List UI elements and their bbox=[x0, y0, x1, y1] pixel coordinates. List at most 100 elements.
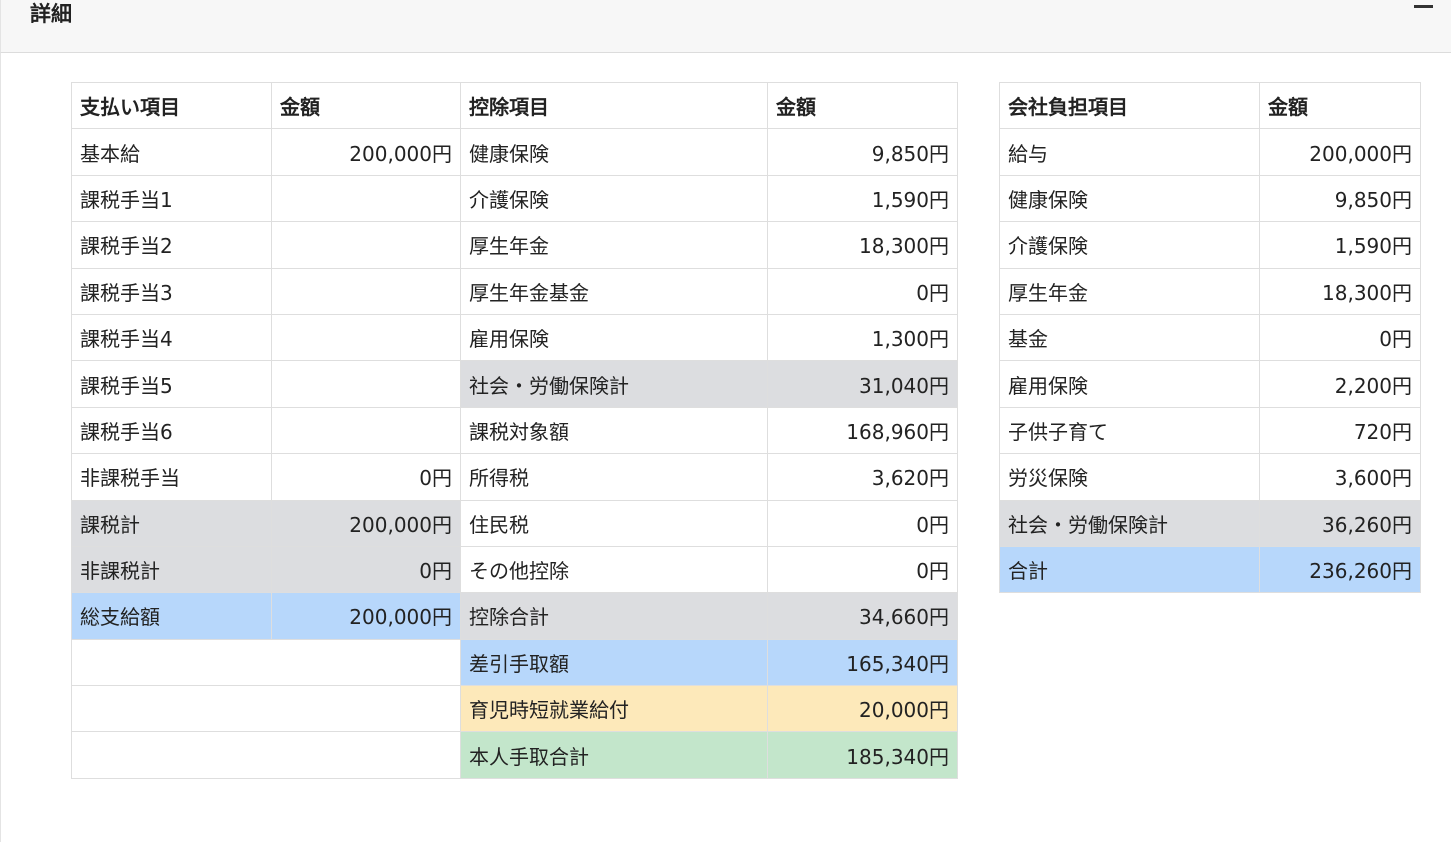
nontaxable-total-label: 非課税計 bbox=[71, 545, 272, 594]
net-pay-label: 差引手取額 bbox=[460, 638, 768, 687]
company-item-label: 介護保険 bbox=[999, 221, 1260, 269]
table-row: 総支給額 200,000円 控除合計 34,660円 bbox=[71, 592, 958, 640]
company-insurance-subtotal-label: 社会・労働保険計 bbox=[999, 499, 1260, 547]
payment-label: 課税手当2 bbox=[71, 221, 272, 269]
company-item-amount: 9,850円 bbox=[1259, 174, 1421, 223]
deduction-label: 厚生年金基金 bbox=[460, 267, 768, 315]
company-item-label: 厚生年金 bbox=[999, 267, 1260, 315]
deduction-amount: 0円 bbox=[767, 499, 958, 547]
table-row: 介護保険 1,590円 bbox=[999, 221, 1421, 269]
minus-icon bbox=[1414, 5, 1433, 8]
company-item-label: 健康保険 bbox=[999, 174, 1260, 223]
payment-amount bbox=[271, 406, 461, 455]
deduction-total-amount: 34,660円 bbox=[767, 592, 958, 640]
company-item-amount: 200,000円 bbox=[1259, 128, 1421, 176]
table-row: 合計 236,260円 bbox=[999, 545, 1421, 594]
company-item-amount: 720円 bbox=[1259, 406, 1421, 455]
payment-amount bbox=[271, 313, 461, 362]
deduction-label: 課税対象額 bbox=[460, 406, 768, 455]
table-row: 厚生年金 18,300円 bbox=[999, 267, 1421, 315]
table-header-row: 会社負担項目 金額 bbox=[999, 81, 1421, 130]
deduction-amount: 3,620円 bbox=[767, 453, 958, 501]
gross-pay-amount: 200,000円 bbox=[271, 592, 461, 640]
company-item-amount: 18,300円 bbox=[1259, 267, 1421, 315]
deduction-label: 雇用保険 bbox=[460, 313, 768, 362]
payment-label: 課税手当4 bbox=[71, 313, 272, 362]
childcare-benefit-amount: 20,000円 bbox=[767, 685, 958, 733]
deduction-label: 健康保険 bbox=[460, 128, 768, 176]
payment-label: 課税手当6 bbox=[71, 406, 272, 455]
company-item-amount: 1,590円 bbox=[1259, 221, 1421, 269]
company-item-label: 労災保険 bbox=[999, 453, 1260, 501]
company-item-label: 基金 bbox=[999, 313, 1260, 362]
gross-pay-label: 総支給額 bbox=[71, 592, 272, 640]
table-row: 課税手当1 介護保険 1,590円 bbox=[71, 174, 958, 223]
table-row: 基本給 200,000円 健康保険 9,850円 bbox=[71, 128, 958, 176]
social-insurance-subtotal-label: 社会・労働保険計 bbox=[460, 360, 768, 408]
payment-label: 非課税手当 bbox=[71, 453, 272, 501]
deduction-label: 厚生年金 bbox=[460, 221, 768, 269]
table-row: 課税計 200,000円 住民税 0円 bbox=[71, 499, 958, 547]
empty-cell bbox=[71, 685, 461, 733]
company-item-label: 給与 bbox=[999, 128, 1260, 176]
company-total-label: 合計 bbox=[999, 545, 1260, 594]
company-total-amount: 236,260円 bbox=[1259, 545, 1421, 594]
header-payment-item: 支払い項目 bbox=[71, 81, 272, 130]
header-company-amount: 金額 bbox=[1259, 81, 1421, 130]
table-row: 雇用保険 2,200円 bbox=[999, 360, 1421, 408]
deduction-label: 住民税 bbox=[460, 499, 768, 547]
table-row: 非課税計 0円 その他控除 0円 bbox=[71, 545, 958, 594]
taxable-total-label: 課税計 bbox=[71, 499, 272, 547]
table-row: 給与 200,000円 bbox=[999, 128, 1421, 176]
company-item-label: 子供子育て bbox=[999, 406, 1260, 455]
empty-cell bbox=[71, 638, 461, 687]
payment-deduction-table: 支払い項目 金額 控除項目 金額 基本給 200,000円 健康保険 9,850… bbox=[71, 81, 958, 779]
nontaxable-total-amount: 0円 bbox=[271, 545, 461, 594]
deduction-amount: 1,300円 bbox=[767, 313, 958, 362]
table-row: 基金 0円 bbox=[999, 313, 1421, 362]
payment-label: 課税手当1 bbox=[71, 174, 272, 223]
table-row: 子供子育て 720円 bbox=[999, 406, 1421, 455]
company-item-label: 雇用保険 bbox=[999, 360, 1260, 408]
payment-label: 課税手当3 bbox=[71, 267, 272, 315]
header-payment-amount: 金額 bbox=[271, 81, 461, 130]
table-row: 課税手当6 課税対象額 168,960円 bbox=[71, 406, 958, 455]
deduction-label: 所得税 bbox=[460, 453, 768, 501]
payment-amount: 0円 bbox=[271, 453, 461, 501]
table-row: 社会・労働保険計 36,260円 bbox=[999, 499, 1421, 547]
table-row: 労災保険 3,600円 bbox=[999, 453, 1421, 501]
company-item-amount: 3,600円 bbox=[1259, 453, 1421, 501]
deduction-amount: 168,960円 bbox=[767, 406, 958, 455]
payment-label: 課税手当5 bbox=[71, 360, 272, 408]
table-row: 課税手当2 厚生年金 18,300円 bbox=[71, 221, 958, 269]
deduction-label: その他控除 bbox=[460, 545, 768, 594]
take-home-total-amount: 185,340円 bbox=[767, 731, 958, 779]
deduction-label: 介護保険 bbox=[460, 174, 768, 223]
company-item-amount: 2,200円 bbox=[1259, 360, 1421, 408]
payment-amount bbox=[271, 174, 461, 223]
deduction-total-label: 控除合計 bbox=[460, 592, 768, 640]
panel-header: 詳細 bbox=[0, 0, 1451, 53]
deduction-amount: 1,590円 bbox=[767, 174, 958, 223]
payment-amount bbox=[271, 267, 461, 315]
deduction-amount: 0円 bbox=[767, 545, 958, 594]
table-row: 差引手取額 165,340円 bbox=[71, 638, 958, 687]
header-deduction-item: 控除項目 bbox=[460, 81, 768, 130]
payment-amount bbox=[271, 221, 461, 269]
payment-label: 基本給 bbox=[71, 128, 272, 176]
table-row: 課税手当5 社会・労働保険計 31,040円 bbox=[71, 360, 958, 408]
header-company-item: 会社負担項目 bbox=[999, 81, 1260, 130]
header-deduction-amount: 金額 bbox=[767, 81, 958, 130]
company-burden-table: 会社負担項目 金額 給与 200,000円 健康保険 9,850円 介護保険 1… bbox=[999, 81, 1421, 594]
empty-cell bbox=[71, 731, 461, 779]
company-insurance-subtotal-amount: 36,260円 bbox=[1259, 499, 1421, 547]
table-row: 課税手当3 厚生年金基金 0円 bbox=[71, 267, 958, 315]
take-home-total-label: 本人手取合計 bbox=[460, 731, 768, 779]
deduction-amount: 0円 bbox=[767, 267, 958, 315]
table-row: 本人手取合計 185,340円 bbox=[71, 731, 958, 779]
table-row: 健康保険 9,850円 bbox=[999, 174, 1421, 223]
company-item-amount: 0円 bbox=[1259, 313, 1421, 362]
table-row: 課税手当4 雇用保険 1,300円 bbox=[71, 313, 958, 362]
net-pay-amount: 165,340円 bbox=[767, 638, 958, 687]
collapse-button[interactable] bbox=[1413, 0, 1435, 16]
